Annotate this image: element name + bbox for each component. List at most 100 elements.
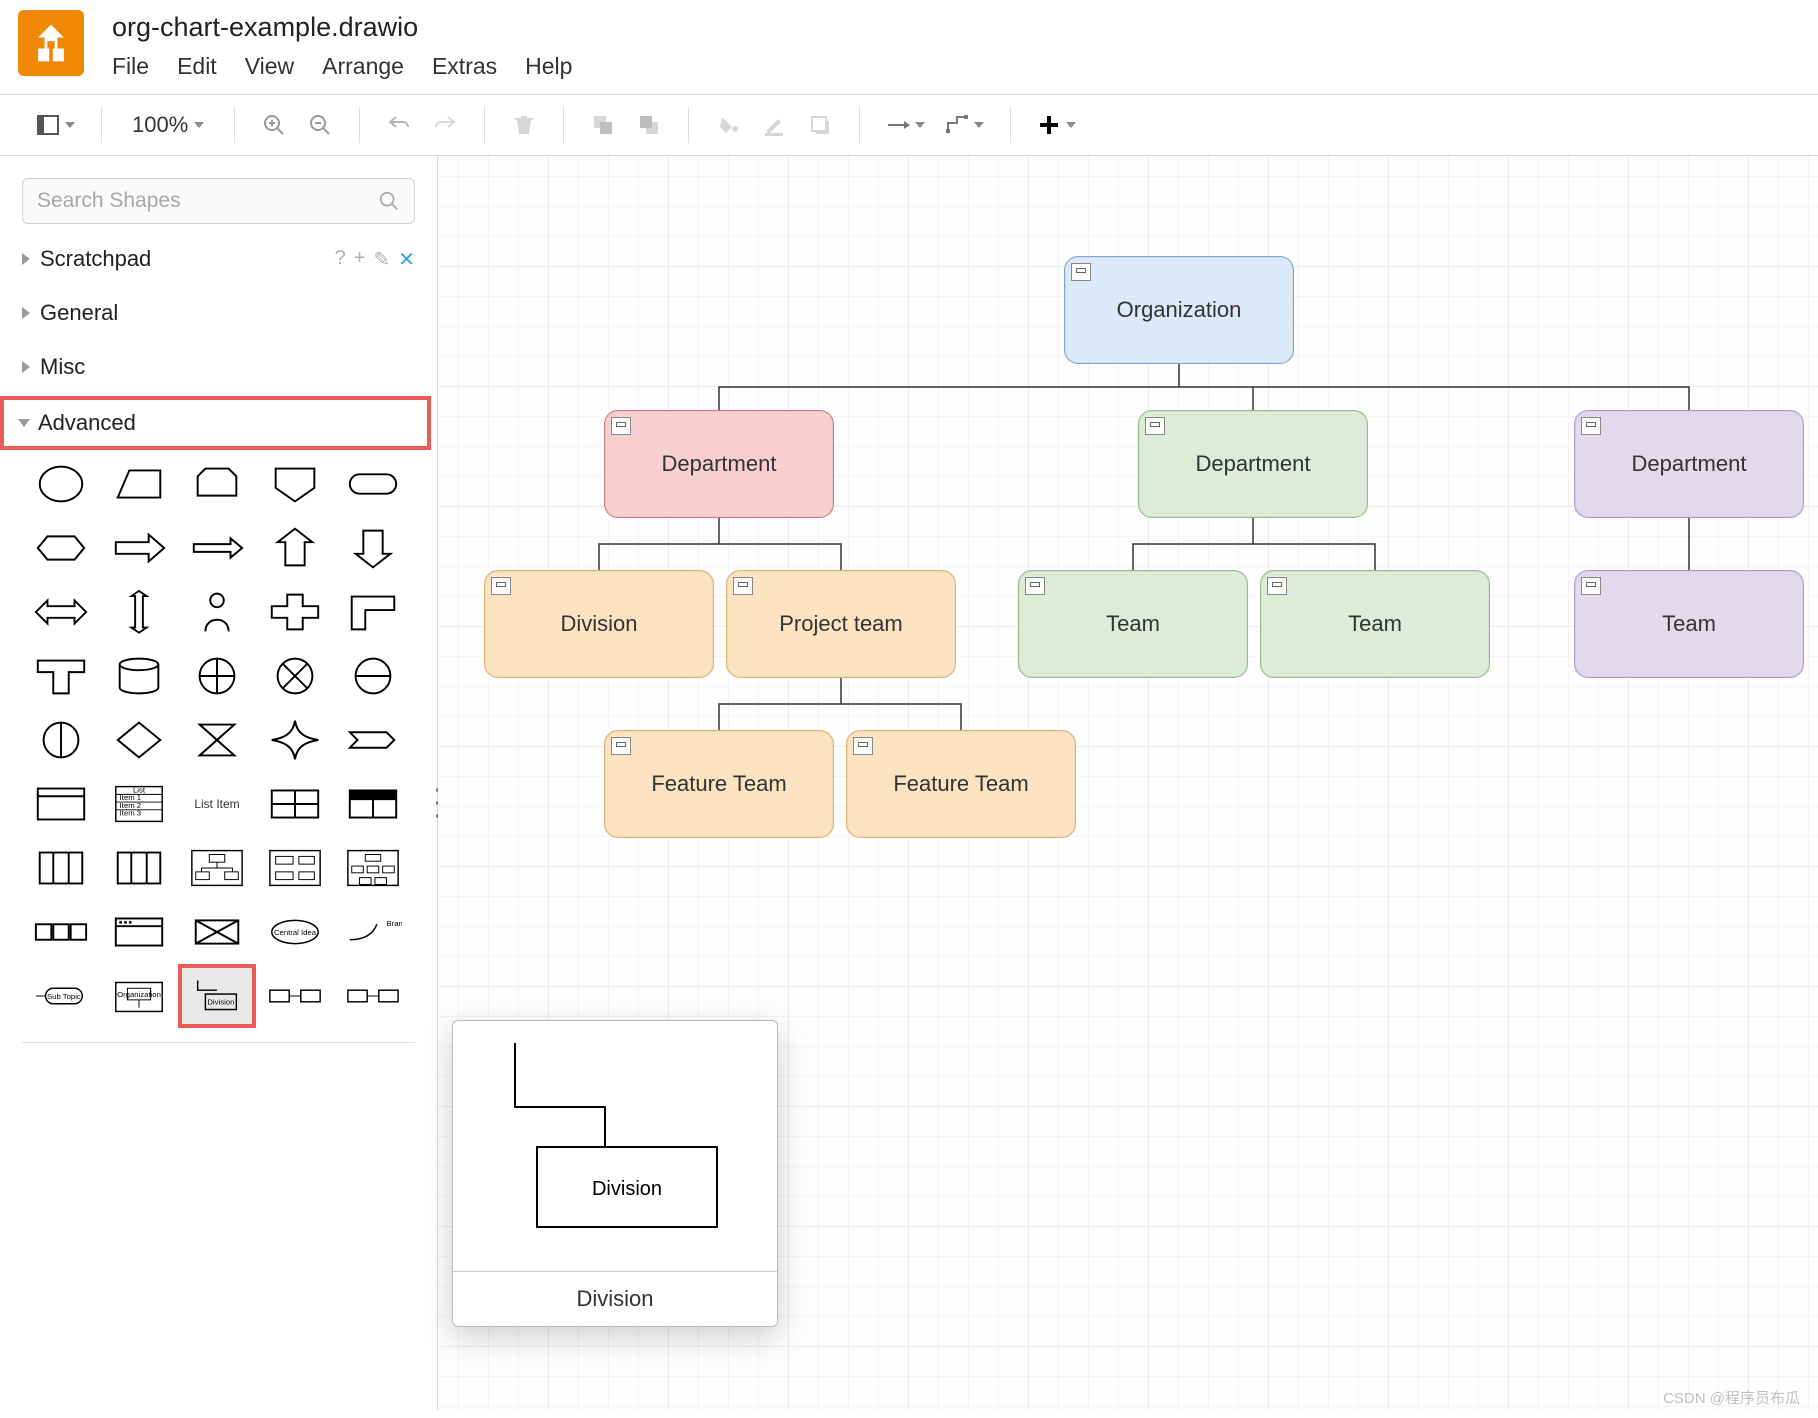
node-deptB[interactable]: ▭Department (1138, 410, 1368, 518)
shape-orgchart-a[interactable] (182, 840, 252, 896)
to-back-button[interactable] (630, 106, 668, 144)
shape-columns-3b[interactable] (104, 840, 174, 896)
shape-division[interactable]: Division (182, 968, 252, 1024)
shape-diamond[interactable] (104, 712, 174, 768)
menu-help[interactable]: Help (525, 53, 572, 80)
fill-color-button[interactable] (709, 106, 747, 144)
zoom-out-button[interactable] (301, 106, 339, 144)
redo-button[interactable] (426, 106, 464, 144)
shape-circle-plus[interactable] (182, 648, 252, 704)
shape-arrow-biarrow[interactable] (26, 584, 96, 640)
view-mode-dropdown[interactable] (30, 109, 81, 141)
waypoints-dropdown[interactable] (939, 109, 990, 141)
collapse-icon[interactable]: ▭ (1025, 577, 1045, 595)
zoom-dropdown[interactable]: 100% (122, 112, 214, 138)
menu-arrange[interactable]: Arrange (322, 53, 404, 80)
shape-circle-hline[interactable] (338, 648, 408, 704)
chevron-right-icon (22, 361, 30, 373)
node-deptA[interactable]: ▭Department (604, 410, 834, 518)
collapse-icon[interactable]: ▭ (853, 737, 873, 755)
shape-cross[interactable] (260, 584, 330, 640)
section-misc[interactable]: Misc (0, 340, 437, 394)
shape-star4[interactable] (260, 712, 330, 768)
close-icon[interactable]: ✕ (398, 247, 415, 272)
shape-hex-callout[interactable] (26, 520, 96, 576)
shape-table-header[interactable] (338, 776, 408, 832)
shape-columns-3[interactable] (26, 840, 96, 896)
shape-list-item[interactable]: List Item (182, 776, 252, 832)
shape-organization[interactable]: Organization (104, 968, 174, 1024)
node-feat1[interactable]: ▭Feature Team (604, 730, 834, 838)
shape-branch[interactable]: Branch (338, 904, 408, 960)
shape-arrow-up[interactable] (260, 520, 330, 576)
collapse-icon[interactable]: ▭ (491, 577, 511, 595)
shape-list[interactable]: ListItem 1Item 2Item 3 (104, 776, 174, 832)
menu-edit[interactable]: Edit (177, 53, 217, 80)
collapse-icon[interactable]: ▭ (1145, 417, 1165, 435)
connection-dropdown[interactable] (880, 109, 931, 141)
collapse-icon[interactable]: ▭ (1581, 417, 1601, 435)
add-icon[interactable]: + (354, 247, 366, 272)
shape-corner[interactable] (338, 584, 408, 640)
shape-circle-x[interactable] (260, 648, 330, 704)
shape-arrow-right-thin[interactable] (182, 520, 252, 576)
shape-hourglass[interactable] (182, 712, 252, 768)
node-deptC[interactable]: ▭Department (1574, 410, 1804, 518)
shape-process-strip[interactable] (26, 904, 96, 960)
section-scratchpad[interactable]: Scratchpad ? + ✎ ✕ (0, 232, 437, 286)
node-team1[interactable]: ▭Team (1018, 570, 1248, 678)
shape-ellipse[interactable] (26, 456, 96, 512)
shape-frame-x[interactable] (182, 904, 252, 960)
to-front-button[interactable] (584, 106, 622, 144)
shape-display[interactable] (260, 456, 330, 512)
shape-arrow-updown[interactable] (104, 584, 174, 640)
collapse-icon[interactable]: ▭ (1071, 263, 1091, 281)
help-icon[interactable]: ? (335, 247, 346, 272)
node-projteam[interactable]: ▭Project team (726, 570, 956, 678)
shape-chevron-strip[interactable] (338, 712, 408, 768)
node-team2[interactable]: ▭Team (1260, 570, 1490, 678)
collapse-icon[interactable]: ▭ (611, 417, 631, 435)
shape-browser[interactable] (104, 904, 174, 960)
caret-icon (915, 122, 925, 128)
document-title[interactable]: org-chart-example.drawio (112, 10, 572, 47)
shape-arrow-right-block[interactable] (104, 520, 174, 576)
node-org[interactable]: ▭Organization (1064, 256, 1294, 364)
shape-arrow-down[interactable] (338, 520, 408, 576)
shape-circle-vline[interactable] (26, 712, 96, 768)
shadow-button[interactable] (801, 106, 839, 144)
undo-button[interactable] (380, 106, 418, 144)
shape-link-pair[interactable] (260, 968, 330, 1024)
shape-orgchart-b[interactable] (260, 840, 330, 896)
menu-view[interactable]: View (245, 53, 294, 80)
collapse-icon[interactable]: ▭ (611, 737, 631, 755)
shape-central-idea[interactable]: Central Idea (260, 904, 330, 960)
zoom-in-button[interactable] (255, 106, 293, 144)
node-feat2[interactable]: ▭Feature Team (846, 730, 1076, 838)
shape-link-pair-b[interactable] (338, 968, 408, 1024)
shape-actor[interactable] (182, 584, 252, 640)
line-color-button[interactable] (755, 106, 793, 144)
shape-orgchart-c[interactable] (338, 840, 408, 896)
shape-offpage[interactable] (182, 456, 252, 512)
collapse-icon[interactable]: ▭ (733, 577, 753, 595)
menu-file[interactable]: File (112, 53, 149, 80)
delete-button[interactable] (505, 106, 543, 144)
shape-trapezoid[interactable] (104, 456, 174, 512)
shape-cylinder[interactable] (104, 648, 174, 704)
section-general[interactable]: General (0, 286, 437, 340)
collapse-icon[interactable]: ▭ (1267, 577, 1287, 595)
shape-sub-topic[interactable]: Sub Topic (26, 968, 96, 1024)
section-advanced[interactable]: Advanced (0, 396, 431, 450)
shape-window[interactable] (26, 776, 96, 832)
node-division[interactable]: ▭Division (484, 570, 714, 678)
menu-extras[interactable]: Extras (432, 53, 497, 80)
shape-table-2x2[interactable] (260, 776, 330, 832)
search-shapes-input[interactable]: Search Shapes (22, 178, 415, 224)
collapse-icon[interactable]: ▭ (1581, 577, 1601, 595)
insert-dropdown[interactable] (1031, 109, 1082, 141)
shape-terminator[interactable] (338, 456, 408, 512)
shape-tee[interactable] (26, 648, 96, 704)
edit-icon[interactable]: ✎ (373, 247, 390, 272)
node-team3[interactable]: ▭Team (1574, 570, 1804, 678)
